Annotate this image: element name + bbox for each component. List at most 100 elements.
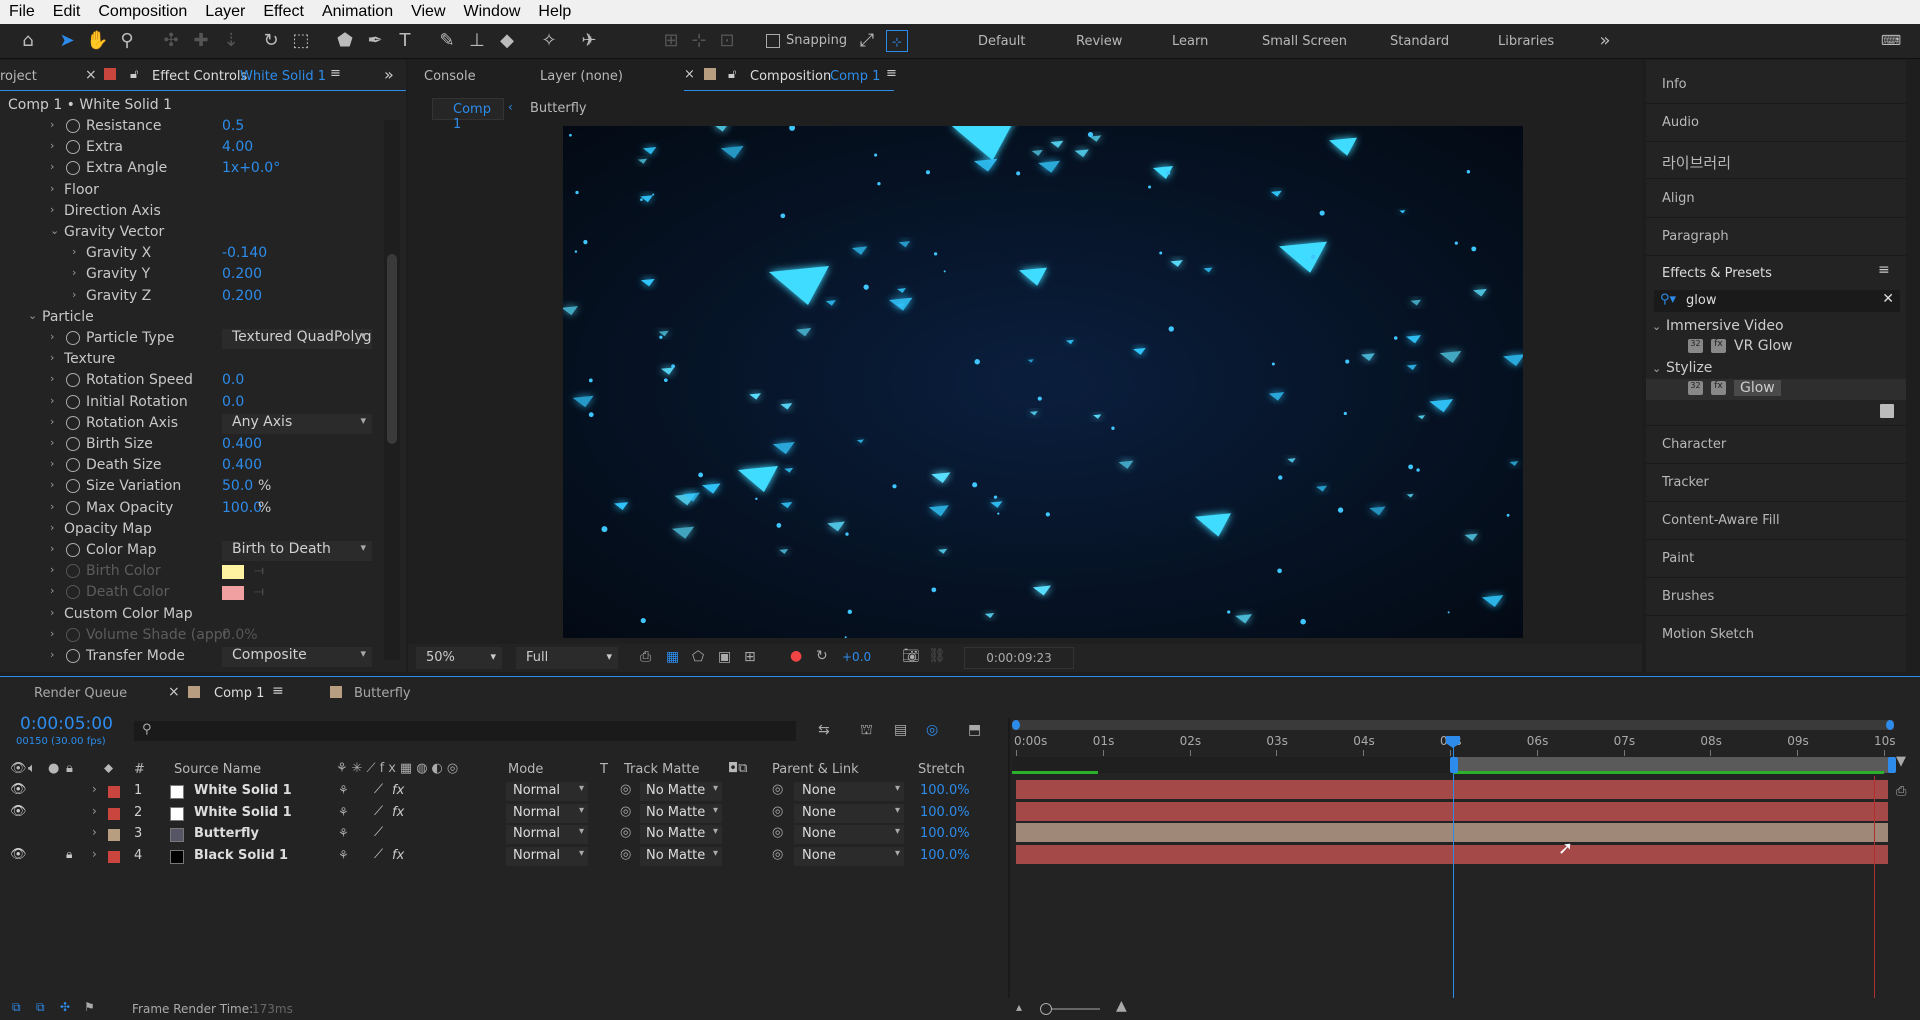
axis-view-icon[interactable]: ⊡	[716, 30, 738, 52]
layer-row[interactable]: 👁︎ 🔒︎ › 4 Black Solid 1 ⚘ ⟋ fx Normal ▾ ◎ No Matte ▾…	[0, 846, 1008, 868]
time-navigator[interactable]	[1012, 720, 1894, 730]
chevron-right-icon[interactable]: ›	[50, 478, 54, 491]
menu-effect[interactable]: Effect	[254, 3, 313, 21]
layer-name[interactable]: Black Solid 1	[194, 848, 288, 863]
property-rotation-speed[interactable]: › Rotation Speed 0.0	[0, 371, 378, 392]
panel-brushes[interactable]: Brushes	[1662, 589, 1714, 604]
motion-blur-icon[interactable]: ◎	[926, 722, 938, 738]
workspace-libraries[interactable]: Libraries	[1498, 34, 1554, 49]
parent-dropdown[interactable]: None ▾	[794, 846, 904, 866]
panel-tracker[interactable]: Tracker	[1662, 475, 1709, 490]
chevron-right-icon[interactable]: ›	[50, 436, 54, 449]
property-gravity-z[interactable]: › Gravity Z 0.200	[0, 287, 378, 308]
exposure-value[interactable]: +0.0	[842, 650, 871, 664]
eraser-tool-icon[interactable]: ◆	[496, 30, 518, 52]
property-dropdown[interactable]: Composite ▾	[222, 647, 372, 667]
chevron-right-icon[interactable]: ›	[50, 648, 54, 661]
effect-item[interactable]: Glow	[1734, 380, 1781, 396]
mode-dropdown[interactable]: Normal ▾	[506, 803, 588, 823]
track-matte-dropdown[interactable]: No Matte ▾	[640, 846, 722, 866]
panel-menu-icon[interactable]: ⌨	[1880, 30, 1902, 52]
property-value[interactable]: 4.00	[222, 139, 253, 155]
workspace-default[interactable]: Default	[978, 34, 1026, 49]
close-icon[interactable]: ×	[684, 67, 695, 82]
layer-bar[interactable]	[1016, 823, 1888, 843]
property-value[interactable]: 0.0%	[222, 627, 258, 643]
stretch-value[interactable]: 100.0%	[920, 826, 970, 841]
fx-switch-icon[interactable]: fx	[392, 783, 404, 798]
property-transfer-mode[interactable]: › Transfer Mode Composite ▾	[0, 647, 378, 668]
clear-search-icon[interactable]: ✕	[1882, 291, 1894, 307]
menu-window[interactable]: Window	[455, 3, 530, 21]
layer-search-input[interactable]: ⚲	[134, 721, 796, 741]
chevron-right-icon[interactable]: ›	[50, 372, 54, 385]
property-direction-axis[interactable]: › Direction Axis	[0, 202, 378, 223]
mode-dropdown[interactable]: Normal ▾	[506, 825, 588, 844]
property-gravity-y[interactable]: › Gravity Y 0.200	[0, 265, 378, 286]
clone-stamp-tool-icon[interactable]: ⊥	[466, 30, 488, 52]
current-time-display[interactable]: 0:00:09:23	[964, 647, 1074, 669]
zoom-tool-icon[interactable]: ⚲	[116, 30, 138, 52]
chevron-right-icon[interactable]: ›	[50, 415, 54, 428]
eyedropper-icon[interactable]: ⟞	[254, 584, 264, 599]
puppet-tool-icon[interactable]: ✈	[578, 30, 600, 52]
close-icon[interactable]: ×	[85, 67, 97, 83]
mask-visibility-icon[interactable]: ⬠	[692, 649, 704, 665]
property-max-opacity[interactable]: › Max Opacity 100.0%	[0, 499, 378, 520]
track-matte-icon[interactable]: ◎	[620, 782, 631, 797]
shy-switch-icon[interactable]: ⚘	[338, 848, 349, 862]
property-value[interactable]: 0.0	[222, 394, 244, 410]
property-birth-size[interactable]: › Birth Size 0.400	[0, 435, 378, 456]
property-value[interactable]: 0.5	[222, 118, 244, 134]
property-value[interactable]: 1x+0.0°	[222, 160, 280, 176]
viewer-subtab-comp1[interactable]: Comp 1	[432, 98, 504, 132]
menu-file[interactable]: File	[0, 3, 44, 21]
stopwatch-icon[interactable]	[66, 479, 80, 494]
chevron-right-icon[interactable]: ›	[50, 351, 54, 364]
property-value[interactable]: 0.0	[222, 372, 244, 388]
stopwatch-icon[interactable]	[66, 373, 80, 388]
stopwatch-icon[interactable]	[66, 585, 80, 600]
track-matte-dropdown[interactable]: No Matte ▾	[640, 782, 722, 801]
quality-switch-icon[interactable]: ⟋	[374, 847, 383, 862]
property-dropdown[interactable]: Textured QuadPolyg ▾	[222, 329, 372, 349]
property-death-size[interactable]: › Death Size 0.400	[0, 456, 378, 477]
snapshot-icon[interactable]: 📷︎	[902, 648, 920, 664]
reset-exposure-icon[interactable]: ↻	[816, 648, 828, 664]
property-death-color[interactable]: › Death Color ⟞	[0, 583, 378, 604]
chevron-right-icon[interactable]: ›	[50, 330, 54, 343]
chevron-right-icon[interactable]: ›	[92, 825, 97, 839]
fx-switch-icon[interactable]: fx	[392, 848, 404, 863]
layer-bar[interactable]	[1016, 801, 1888, 822]
chevron-down-icon[interactable]: ⌄	[28, 309, 37, 322]
source-name-header[interactable]: Source Name	[174, 762, 261, 777]
chevron-right-icon[interactable]: ›	[50, 563, 54, 576]
panel-1[interactable]: Audio	[1662, 115, 1699, 130]
chevron-right-icon[interactable]: ›	[72, 266, 76, 279]
shy-switch-icon[interactable]: ⚘	[338, 805, 349, 819]
panel-motion-sketch[interactable]: Motion Sketch	[1662, 627, 1754, 642]
property-color-map[interactable]: › Color Map Birth to Death ▾	[0, 541, 378, 562]
property-opacity-map[interactable]: › Opacity Map	[0, 520, 378, 541]
stretch-header[interactable]: Stretch	[918, 762, 965, 777]
tab-layer[interactable]: Layer (none)	[540, 69, 623, 84]
stopwatch-icon[interactable]	[66, 458, 80, 473]
orbit-tool-icon[interactable]: ✣	[160, 30, 182, 52]
pen-tool-icon[interactable]: ✒	[364, 30, 386, 52]
toggle-modes-icon[interactable]: ⧉	[36, 1000, 45, 1015]
parent-link-header[interactable]: Parent & Link	[772, 762, 859, 777]
workspace-learn[interactable]: Learn	[1172, 34, 1208, 49]
property-size-variation[interactable]: › Size Variation 50.0%	[0, 477, 378, 498]
chevron-right-icon[interactable]: ›	[50, 584, 54, 597]
track-matte-dropdown[interactable]: No Matte ▾	[640, 803, 722, 823]
pickwhip-icon[interactable]: ◎	[772, 825, 783, 840]
chevron-right-icon[interactable]: ›	[50, 627, 54, 640]
selection-tool-icon[interactable]: ➤	[56, 30, 78, 52]
chevron-down-icon[interactable]: ⌄	[50, 224, 59, 237]
comp-marker-bin-icon[interactable]: ▼	[1896, 754, 1906, 769]
tab-comp1[interactable]: Comp 1	[214, 686, 264, 701]
tab-render-queue[interactable]: Render Queue	[34, 686, 127, 701]
mode-header[interactable]: Mode	[508, 762, 543, 777]
label-color[interactable]	[108, 807, 120, 820]
chevron-left-icon[interactable]: ‹	[508, 100, 513, 114]
